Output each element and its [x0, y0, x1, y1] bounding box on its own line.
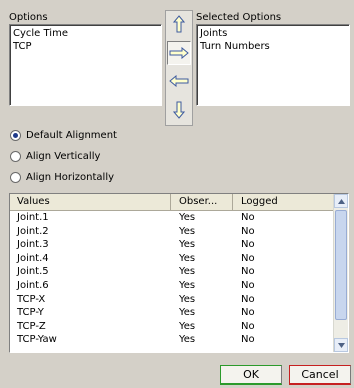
table-row[interactable]: TCP-Y Yes No [10, 306, 333, 320]
cell-logged: No [241, 334, 255, 346]
add-selected-button[interactable] [167, 41, 191, 65]
dialog: Options Cycle Time TCP Selected Options … [0, 0, 354, 388]
remove-selected-button[interactable] [167, 69, 191, 93]
table-row[interactable]: TCP-Yaw Yes No [10, 333, 333, 347]
cell-value: TCP-Z [17, 320, 46, 332]
selected-options-label: Selected Options [196, 12, 282, 23]
cell-observed: Yes [179, 307, 196, 319]
cell-observed: Yes [179, 266, 196, 278]
column-header-observed[interactable]: Obser... [171, 194, 233, 210]
move-down-button[interactable] [167, 98, 191, 122]
cell-observed: Yes [179, 225, 196, 237]
arrow-left-icon [169, 75, 189, 87]
transfer-button-panel [165, 10, 193, 126]
radio-button[interactable] [10, 172, 21, 183]
cell-logged: No [241, 320, 255, 332]
cell-logged: No [241, 252, 255, 264]
column-header-values[interactable]: Values [10, 194, 171, 210]
scrollbar-thumb[interactable] [335, 210, 347, 320]
list-item[interactable]: Cycle Time [13, 27, 158, 40]
move-up-button[interactable] [167, 12, 191, 36]
cell-value: Joint.5 [17, 266, 49, 278]
radio-label: Default Alignment [26, 130, 117, 141]
scroll-up-button[interactable] [334, 194, 348, 208]
radio-label: Align Horizontally [26, 172, 115, 183]
cell-logged: No [241, 225, 255, 237]
cell-observed: Yes [179, 239, 196, 251]
scroll-down-button[interactable] [334, 338, 348, 352]
arrow-down-icon [173, 101, 185, 119]
table-row[interactable]: Joint.1 Yes No [10, 211, 333, 225]
chevron-down-icon [337, 342, 345, 348]
radio-align-horizontally[interactable]: Align Horizontally [10, 172, 114, 183]
cell-value: TCP-Y [17, 307, 44, 319]
cell-logged: No [241, 293, 255, 305]
radio-selected-dot [13, 133, 18, 138]
cell-observed: Yes [179, 293, 196, 305]
table-row[interactable]: TCP-X Yes No [10, 293, 333, 307]
cell-value: TCP-X [17, 293, 46, 305]
cell-value: Joint.3 [17, 239, 49, 251]
cell-value: TCP-Yaw [17, 334, 57, 346]
cell-value: Joint.2 [17, 225, 49, 237]
radio-label: Align Vertically [26, 151, 101, 162]
cell-value: Joint.4 [17, 252, 49, 264]
chevron-up-icon [337, 198, 345, 204]
cell-value: Joint.1 [17, 212, 49, 223]
cell-logged: No [241, 239, 255, 251]
table-body: Joint.1 Yes No Joint.2 Yes No Joint.3 Ye… [10, 211, 333, 347]
column-header-logged[interactable]: Logged [233, 194, 333, 210]
cancel-button[interactable]: Cancel [289, 365, 351, 385]
radio-button[interactable] [10, 130, 21, 141]
cell-observed: Yes [179, 320, 196, 332]
selected-options-list[interactable]: Joints Turn Numbers [196, 24, 350, 106]
table-row[interactable]: Joint.5 Yes No [10, 265, 333, 279]
arrow-right-icon [169, 47, 189, 59]
table-row[interactable]: Joint.6 Yes No [10, 279, 333, 293]
radio-default-alignment[interactable]: Default Alignment [10, 130, 117, 141]
cell-logged: No [241, 212, 255, 223]
radio-align-vertically[interactable]: Align Vertically [10, 151, 100, 162]
table-header: Values Obser... Logged [10, 194, 333, 211]
list-item[interactable]: Joints [200, 27, 346, 40]
arrow-up-icon [173, 15, 185, 33]
options-list[interactable]: Cycle Time TCP [9, 24, 162, 106]
cell-logged: No [241, 279, 255, 291]
vertical-scrollbar[interactable] [333, 194, 348, 352]
table-row[interactable]: Joint.2 Yes No [10, 225, 333, 239]
table-row[interactable]: TCP-Z Yes No [10, 320, 333, 334]
values-table[interactable]: Values Obser... Logged Joint.1 Yes No Jo… [9, 193, 349, 353]
cell-observed: Yes [179, 279, 196, 291]
cell-value: Joint.6 [17, 279, 49, 291]
table-row[interactable]: Joint.4 Yes No [10, 252, 333, 266]
list-item[interactable]: TCP [13, 40, 158, 53]
cell-observed: Yes [179, 252, 196, 264]
radio-button[interactable] [10, 151, 21, 162]
cell-logged: No [241, 307, 255, 319]
cell-observed: Yes [179, 334, 196, 346]
cell-logged: No [241, 266, 255, 278]
ok-button[interactable]: OK [220, 365, 282, 385]
list-item[interactable]: Turn Numbers [200, 40, 346, 53]
options-label: Options [9, 12, 48, 23]
table-row[interactable]: Joint.3 Yes No [10, 238, 333, 252]
cell-observed: Yes [179, 212, 196, 223]
